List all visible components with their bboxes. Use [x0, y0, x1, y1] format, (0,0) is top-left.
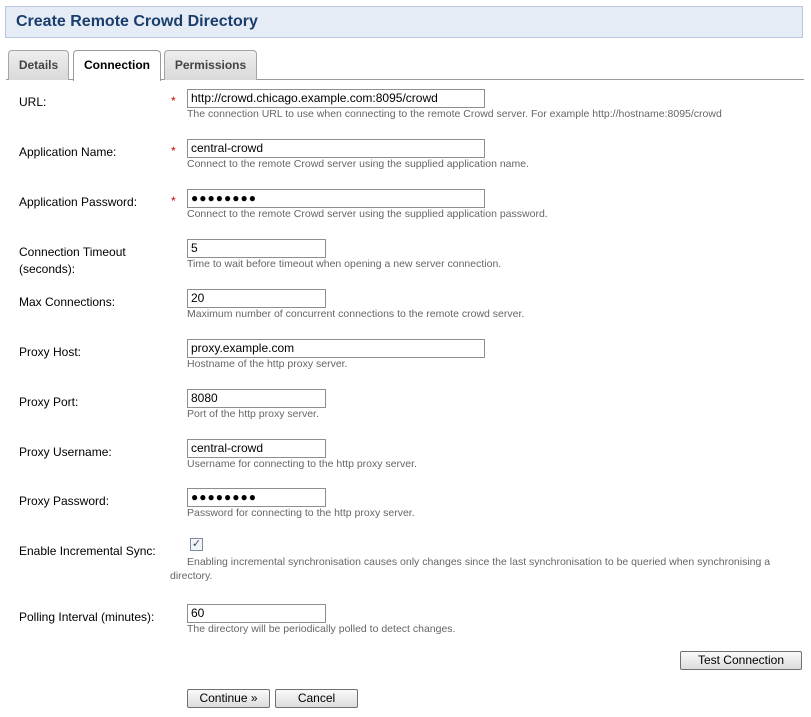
app-name-input[interactable]: central-crowd — [187, 139, 485, 158]
proxy-username-input[interactable]: central-crowd — [187, 439, 326, 458]
max-connections-input[interactable]: 20 — [187, 289, 326, 308]
proxy-host-label: Proxy Host: — [19, 345, 82, 359]
proxy-password-description: Password for connecting to the http prox… — [187, 507, 415, 519]
incremental-sync-checkbox[interactable]: ✓ — [190, 538, 203, 551]
proxy-host-description: Hostname of the http proxy server. — [187, 358, 348, 370]
polling-interval-label: Polling Interval (minutes): — [19, 610, 155, 624]
timeout-description: Time to wait before timeout when opening… — [187, 258, 502, 270]
polling-interval-input[interactable]: 60 — [187, 604, 326, 623]
required-marker: * — [171, 194, 176, 208]
max-connections-description: Maximum number of concurrent connections… — [187, 308, 525, 320]
timeout-input[interactable]: 5 — [187, 239, 326, 258]
polling-interval-description: The directory will be periodically polle… — [187, 623, 456, 635]
tab-details[interactable]: Details — [8, 50, 69, 80]
proxy-password-label: Proxy Password: — [19, 494, 110, 508]
proxy-username-label: Proxy Username: — [19, 445, 112, 459]
required-marker: * — [171, 144, 176, 158]
proxy-host-input[interactable]: proxy.example.com — [187, 339, 485, 358]
timeout-label: Connection Timeout (seconds): — [19, 245, 126, 276]
required-marker: * — [171, 94, 176, 108]
app-name-description: Connect to the remote Crowd server using… — [187, 158, 530, 170]
incremental-sync-label: Enable Incremental Sync: — [19, 544, 156, 558]
proxy-port-description: Port of the http proxy server. — [187, 408, 319, 420]
app-password-input[interactable]: ●●●●●●●● — [187, 189, 485, 208]
app-password-description: Connect to the remote Crowd server using… — [187, 208, 548, 220]
incremental-sync-description: Enabling incremental synchronisation cau… — [170, 556, 771, 582]
continue-button[interactable]: Continue » — [187, 689, 270, 708]
test-connection-button[interactable]: Test Connection — [680, 651, 802, 670]
proxy-password-input[interactable]: ●●●●●●●● — [187, 488, 326, 507]
page-header: Create Remote Crowd Directory — [5, 6, 803, 38]
tab-bar: Details Connection Permissions — [6, 50, 804, 81]
url-input[interactable]: http://crowd.chicago.example.com:8095/cr… — [187, 89, 485, 108]
cancel-button[interactable]: Cancel — [275, 689, 358, 708]
proxy-username-description: Username for connecting to the http prox… — [187, 458, 417, 470]
url-label: URL: — [19, 95, 47, 109]
tab-connection[interactable]: Connection — [73, 50, 161, 81]
max-connections-label: Max Connections: — [19, 295, 116, 309]
app-password-label: Application Password: — [19, 195, 138, 209]
url-description: The connection URL to use when connectin… — [187, 108, 722, 120]
tab-permissions[interactable]: Permissions — [164, 50, 257, 80]
page-title: Create Remote Crowd Directory — [16, 13, 258, 30]
proxy-port-label: Proxy Port: — [19, 395, 79, 409]
proxy-port-input[interactable]: 8080 — [187, 389, 326, 408]
app-name-label: Application Name: — [19, 145, 117, 159]
